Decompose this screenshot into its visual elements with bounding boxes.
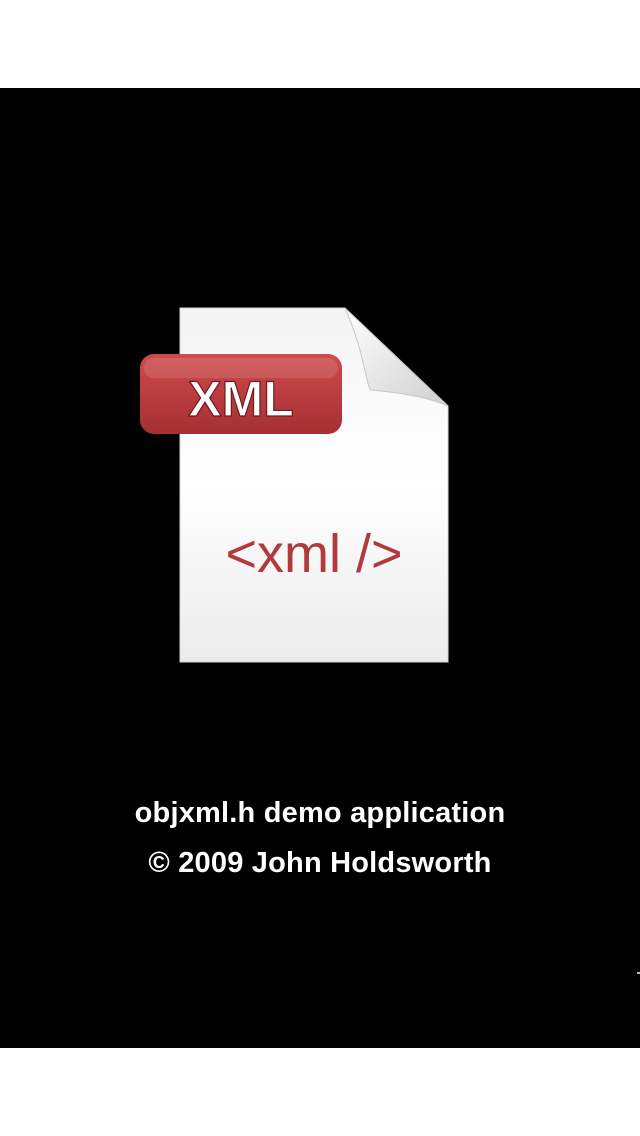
xml-file-icon: XML <xml /> [140, 307, 449, 663]
copyright-notice: © 2009 John Holdsworth [148, 847, 492, 879]
xml-badge: XML [140, 354, 342, 434]
screen: XML <xml /> objxml.h demo application © … [0, 0, 640, 1136]
splash-screen: XML <xml /> objxml.h demo application © … [0, 88, 640, 1048]
xml-badge-label: XML [188, 371, 294, 427]
xml-tag-text: <xml /> [225, 524, 402, 584]
app-description: objxml.h demo application [134, 797, 506, 829]
credits: objxml.h demo application © 2009 John Ho… [0, 788, 640, 888]
